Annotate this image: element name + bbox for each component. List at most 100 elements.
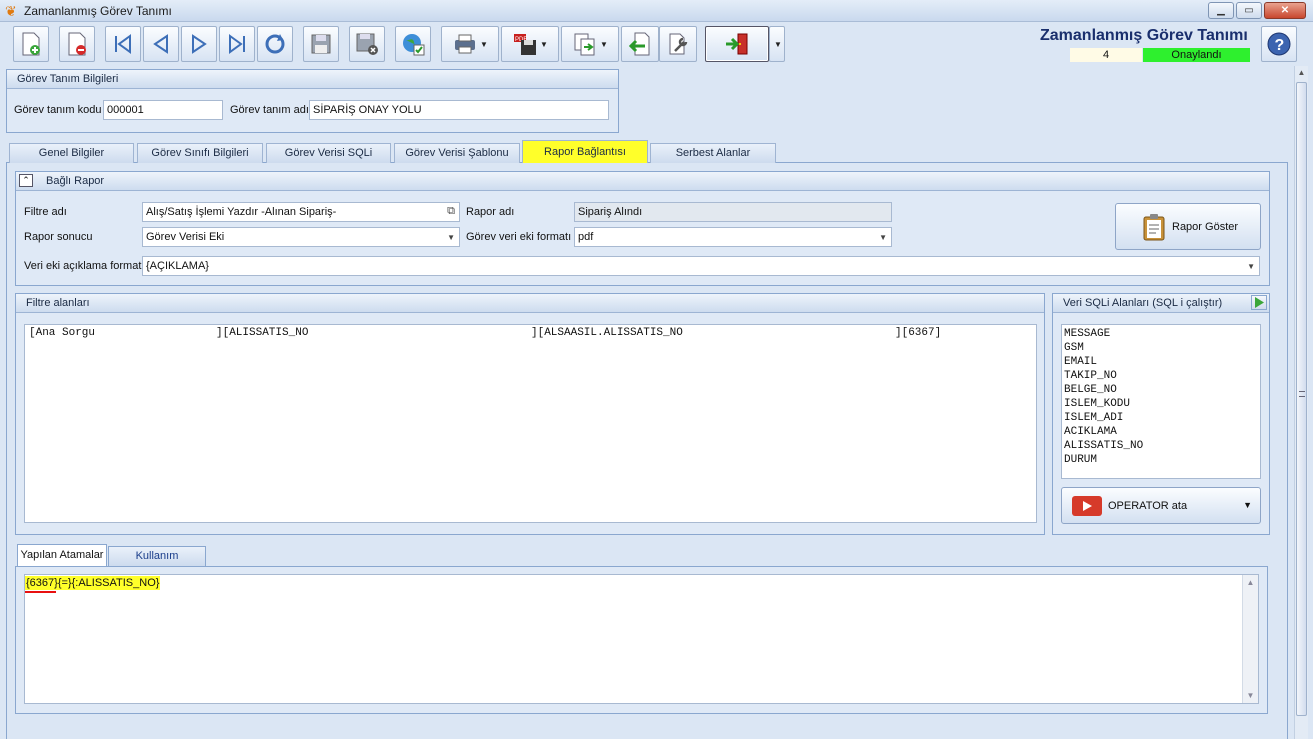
filtre-adi-input[interactable]: Alış/Satış İşlemi Yazdır -Alınan Sipariş… bbox=[142, 202, 460, 222]
exit-button[interactable] bbox=[705, 26, 769, 62]
refresh-button[interactable] bbox=[257, 26, 293, 62]
group-title: Bağlı Rapor bbox=[16, 172, 1269, 191]
chevron-down-icon: ▼ bbox=[480, 39, 488, 49]
group-title: Görev Tanım Bilgileri bbox=[7, 70, 618, 89]
rapor-sonucu-select[interactable]: Görev Verisi Eki ▼ bbox=[142, 227, 460, 247]
play-button-icon bbox=[1072, 495, 1102, 516]
scroll-down-icon[interactable]: ▼ bbox=[1243, 691, 1258, 700]
format-select[interactable]: pdf ▼ bbox=[574, 227, 892, 247]
aciklama-format-select[interactable]: {AÇIKLAMA} ▼ bbox=[142, 256, 1260, 276]
minimize-button[interactable]: ▁ bbox=[1208, 2, 1234, 19]
scroll-up-icon[interactable]: ▲ bbox=[1295, 68, 1308, 77]
tab-yapilan-atamalar[interactable]: Yapılan Atamalar bbox=[17, 544, 107, 567]
filtre-row-col-1: [Ana Sorgu bbox=[29, 327, 96, 339]
cancel-save-button[interactable] bbox=[349, 26, 385, 62]
copy-icon bbox=[574, 33, 595, 56]
list-item[interactable]: MESSAGE bbox=[1064, 327, 1258, 341]
main-scrollbar[interactable]: ▲ bbox=[1294, 66, 1308, 739]
filtre-alanlari-list[interactable] bbox=[24, 324, 1037, 523]
svg-text:?: ? bbox=[1275, 37, 1285, 54]
operator-ata-label: OPERATOR ata bbox=[1108, 499, 1188, 512]
scroll-thumb[interactable] bbox=[1296, 82, 1307, 716]
delete-button[interactable] bbox=[59, 26, 95, 62]
grip-icon bbox=[1299, 391, 1305, 397]
import-button[interactable] bbox=[621, 26, 659, 62]
last-record-icon bbox=[229, 34, 245, 54]
sql-fields-list[interactable]: MESSAGE GSM EMAIL TAKIP_NO BELGE_NO ISLE… bbox=[1061, 324, 1261, 479]
aciklama-format-label: Veri eki açıklama formatı bbox=[24, 260, 145, 272]
atamalar-scrollbar[interactable]: ▲ ▼ bbox=[1242, 575, 1258, 703]
tab-gorev-verisi-sablonu[interactable]: Görev Verisi Şablonu bbox=[394, 143, 520, 163]
next-record-icon bbox=[192, 34, 207, 54]
tab-gorev-verisi-sql[interactable]: Görev Verisi SQLi bbox=[266, 143, 391, 163]
copy-button[interactable]: ▼ bbox=[561, 26, 619, 62]
approve-button[interactable] bbox=[395, 26, 431, 62]
tab-gorev-sinifi[interactable]: Görev Sınıfı Bilgileri bbox=[137, 143, 263, 163]
list-item[interactable]: BELGE_NO bbox=[1064, 383, 1258, 397]
rapor-goster-button[interactable]: Rapor Göster bbox=[1115, 203, 1261, 250]
first-record-button[interactable] bbox=[105, 26, 141, 62]
filtre-row-col-2: ][ALISSATIS_NO bbox=[216, 327, 309, 339]
lookup-icon[interactable]: ⧉ bbox=[447, 204, 455, 218]
print-button[interactable]: ▼ bbox=[441, 26, 499, 62]
maximize-button[interactable]: ▭ bbox=[1236, 2, 1262, 19]
save-button[interactable] bbox=[303, 26, 339, 62]
filtre-adi-value: Alış/Satış İşlemi Yazdır -Alınan Sipariş… bbox=[146, 206, 337, 218]
format-label: Görev veri eki formatı bbox=[466, 231, 572, 243]
next-record-button[interactable] bbox=[181, 26, 217, 62]
previous-record-button[interactable] bbox=[143, 26, 179, 62]
tab-kullanim-aciklamasi[interactable]: Kullanım Açıklaması bbox=[108, 546, 206, 581]
list-item[interactable]: GSM bbox=[1064, 341, 1258, 355]
filtre-row-col-4: ][6367] bbox=[895, 327, 942, 339]
gorev-ad-label: Görev tanım adı bbox=[230, 104, 309, 116]
list-item[interactable]: DURUM bbox=[1064, 453, 1258, 467]
chevron-down-icon: ▼ bbox=[774, 39, 782, 49]
exit-door-icon bbox=[726, 33, 748, 55]
collapse-icon[interactable]: ⌃ bbox=[19, 174, 33, 187]
atamalar-text: {6367}{=}{:ALISSATIS_NO} bbox=[25, 576, 161, 590]
chevron-down-icon: ▼ bbox=[540, 39, 548, 49]
aciklama-format-value: {AÇIKLAMA} bbox=[146, 260, 209, 272]
save-icon bbox=[311, 34, 331, 54]
operator-ata-button[interactable]: OPERATOR ata ▼ bbox=[1061, 487, 1261, 524]
window-title: Zamanlanmış Görev Tanımı bbox=[24, 4, 172, 18]
refresh-icon bbox=[265, 34, 285, 54]
header-title: Zamanlanmış Görev Tanımı bbox=[1040, 27, 1248, 44]
help-button[interactable]: ? bbox=[1261, 26, 1297, 62]
chevron-down-icon: ▼ bbox=[600, 39, 608, 49]
tab-genel-bilgiler[interactable]: Genel Bilgiler bbox=[9, 143, 134, 163]
last-record-button[interactable] bbox=[219, 26, 255, 62]
record-number: 4 bbox=[1070, 48, 1142, 62]
gorev-kod-label: Görev tanım kodu bbox=[14, 104, 102, 116]
status-badge: Onaylandı bbox=[1143, 48, 1250, 62]
list-item[interactable]: EMAIL bbox=[1064, 355, 1258, 369]
clipboard-icon bbox=[1143, 213, 1165, 240]
tab-serbest-alanlar[interactable]: Serbest Alanlar bbox=[650, 143, 776, 163]
cancel-save-icon bbox=[356, 33, 378, 55]
rapor-sonucu-value: Görev Verisi Eki bbox=[146, 231, 225, 243]
pdf-save-button[interactable]: PDF ▼ bbox=[501, 26, 559, 62]
tools-button[interactable] bbox=[659, 26, 697, 62]
error-underline bbox=[25, 591, 56, 593]
atamalar-editor[interactable] bbox=[24, 574, 1259, 704]
pdf-save-icon: PDF bbox=[514, 34, 537, 55]
list-item[interactable]: ACIKLAMA bbox=[1064, 425, 1258, 439]
new-button[interactable] bbox=[13, 26, 49, 62]
list-item[interactable]: ALISSATIS_NO bbox=[1064, 439, 1258, 453]
exit-dropdown-button[interactable]: ▼ bbox=[769, 26, 785, 62]
delete-document-icon bbox=[68, 32, 86, 56]
previous-record-icon bbox=[153, 34, 168, 54]
first-record-icon bbox=[115, 34, 131, 54]
list-item[interactable]: TAKIP_NO bbox=[1064, 369, 1258, 383]
import-icon bbox=[628, 32, 650, 56]
gorev-ad-input[interactable]: SİPARİŞ ONAY YOLU bbox=[309, 100, 609, 120]
gorev-kod-input[interactable]: 000001 bbox=[103, 100, 223, 120]
run-sql-button[interactable] bbox=[1251, 295, 1267, 310]
close-button[interactable]: ✕ bbox=[1264, 2, 1306, 19]
tab-rapor-baglantisi[interactable]: Rapor Bağlantısı bbox=[522, 140, 648, 164]
list-item[interactable]: ISLEM_KODU bbox=[1064, 397, 1258, 411]
list-item[interactable]: ISLEM_ADI bbox=[1064, 411, 1258, 425]
tools-icon bbox=[669, 33, 688, 55]
approve-globe-icon bbox=[403, 34, 425, 56]
scroll-up-icon[interactable]: ▲ bbox=[1243, 578, 1258, 587]
